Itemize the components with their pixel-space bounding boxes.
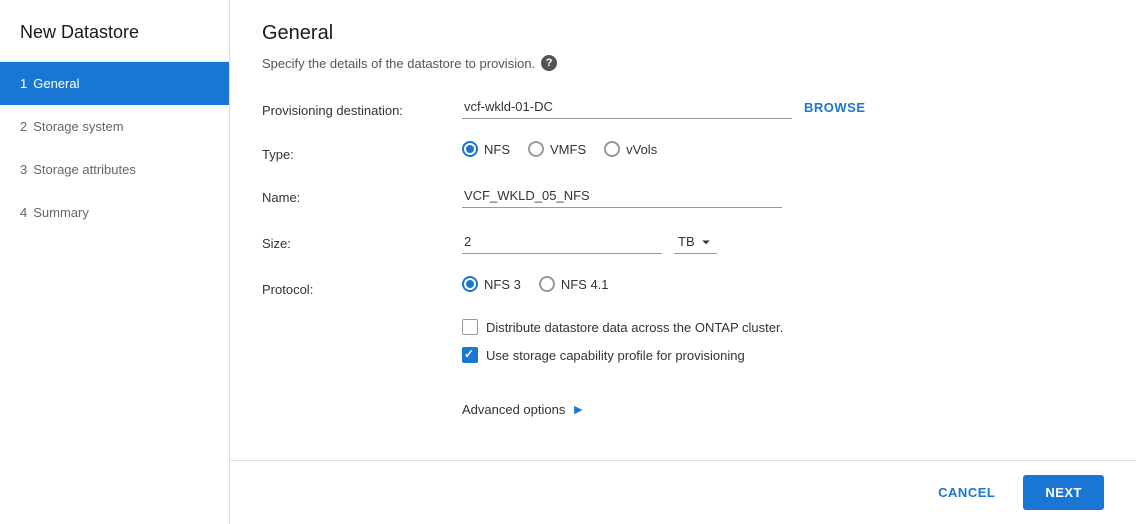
type-label: Type: (262, 141, 462, 162)
name-input[interactable] (462, 184, 782, 208)
sidebar-label-storage-attributes: Storage attributes (33, 162, 136, 177)
sidebar-item-general[interactable]: 1 General (0, 62, 229, 105)
protocol-nfs41-radio[interactable] (539, 276, 555, 292)
sidebar-item-storage-attributes[interactable]: 3 Storage attributes (0, 148, 229, 191)
advanced-options-toggle[interactable]: Advanced options ► (462, 397, 585, 421)
advanced-options-control: Advanced options ► (462, 397, 1104, 421)
footer: CANCEL NEXT (230, 460, 1136, 524)
next-button[interactable]: NEXT (1023, 475, 1104, 510)
chevron-right-icon: ► (571, 401, 585, 417)
form-area: Provisioning destination: BROWSE Type: N… (230, 95, 1136, 460)
sidebar-step-1: 1 (20, 76, 27, 91)
size-control: TB GB (462, 230, 1104, 254)
page-subtitle: Specify the details of the datastore to … (262, 55, 1104, 71)
sidebar-title: New Datastore (0, 0, 229, 62)
size-unit-select[interactable]: TB GB (674, 230, 717, 254)
distribute-label[interactable]: Distribute datastore data across the ONT… (486, 320, 783, 335)
sidebar-label-summary: Summary (33, 205, 89, 220)
provisioning-destination-row: Provisioning destination: BROWSE (262, 95, 1104, 119)
type-nfs-text: NFS (484, 142, 510, 157)
protocol-label: Protocol: (262, 276, 462, 297)
sidebar-item-storage-system[interactable]: 2 Storage system (0, 105, 229, 148)
distribute-checkbox-row: Distribute datastore data across the ONT… (462, 319, 783, 335)
advanced-options-spacer (262, 397, 462, 403)
type-vvols-text: vVols (626, 142, 657, 157)
checkboxes-row: Distribute datastore data across the ONT… (462, 319, 1104, 375)
storage-capability-checkbox-row: Use storage capability profile for provi… (462, 347, 745, 363)
type-vvols-radio[interactable] (604, 141, 620, 157)
size-row: Size: TB GB (262, 230, 1104, 254)
protocol-radio-group: NFS 3 NFS 4.1 (462, 276, 1104, 292)
protocol-row: Protocol: NFS 3 NFS 4.1 (262, 276, 1104, 297)
protocol-nfs3-label[interactable]: NFS 3 (462, 276, 521, 292)
protocol-nfs3-radio[interactable] (462, 276, 478, 292)
type-radio-group: NFS VMFS vVols (462, 141, 1104, 157)
sidebar: New Datastore 1 General 2 Storage system… (0, 0, 230, 524)
provisioning-input-wrap: BROWSE (462, 95, 1104, 119)
cancel-button[interactable]: CANCEL (922, 477, 1011, 508)
browse-link[interactable]: BROWSE (804, 100, 866, 115)
type-row: Type: NFS VMFS vVols (262, 141, 1104, 162)
advanced-options-label: Advanced options (462, 402, 565, 417)
size-input[interactable] (462, 230, 662, 254)
subtitle-text: Specify the details of the datastore to … (262, 56, 535, 71)
sidebar-item-summary[interactable]: 4 Summary (0, 191, 229, 234)
type-vvols-label[interactable]: vVols (604, 141, 657, 157)
storage-capability-label[interactable]: Use storage capability profile for provi… (486, 348, 745, 363)
sidebar-step-3: 3 (20, 162, 27, 177)
provisioning-destination-label: Provisioning destination: (262, 97, 462, 118)
type-vmfs-radio[interactable] (528, 141, 544, 157)
name-label: Name: (262, 184, 462, 205)
protocol-nfs41-label[interactable]: NFS 4.1 (539, 276, 609, 292)
type-nfs-label[interactable]: NFS (462, 141, 510, 157)
main-header: General Specify the details of the datas… (230, 0, 1136, 95)
advanced-options-row: Advanced options ► (262, 397, 1104, 421)
size-label: Size: (262, 230, 462, 251)
sidebar-label-general: General (33, 76, 79, 91)
sidebar-step-4: 4 (20, 205, 27, 220)
type-vmfs-label[interactable]: VMFS (528, 141, 586, 157)
storage-capability-checkbox[interactable] (462, 347, 478, 363)
protocol-nfs41-text: NFS 4.1 (561, 277, 609, 292)
type-nfs-radio[interactable] (462, 141, 478, 157)
sidebar-step-2: 2 (20, 119, 27, 134)
protocol-nfs3-text: NFS 3 (484, 277, 521, 292)
sidebar-label-storage-system: Storage system (33, 119, 123, 134)
name-row: Name: (262, 184, 1104, 208)
help-icon[interactable]: ? (541, 55, 557, 71)
main-content: General Specify the details of the datas… (230, 0, 1136, 524)
page-title: General (262, 22, 1104, 45)
provisioning-destination-input[interactable] (462, 95, 792, 119)
name-control (462, 184, 1104, 208)
type-vmfs-text: VMFS (550, 142, 586, 157)
distribute-checkbox[interactable] (462, 319, 478, 335)
